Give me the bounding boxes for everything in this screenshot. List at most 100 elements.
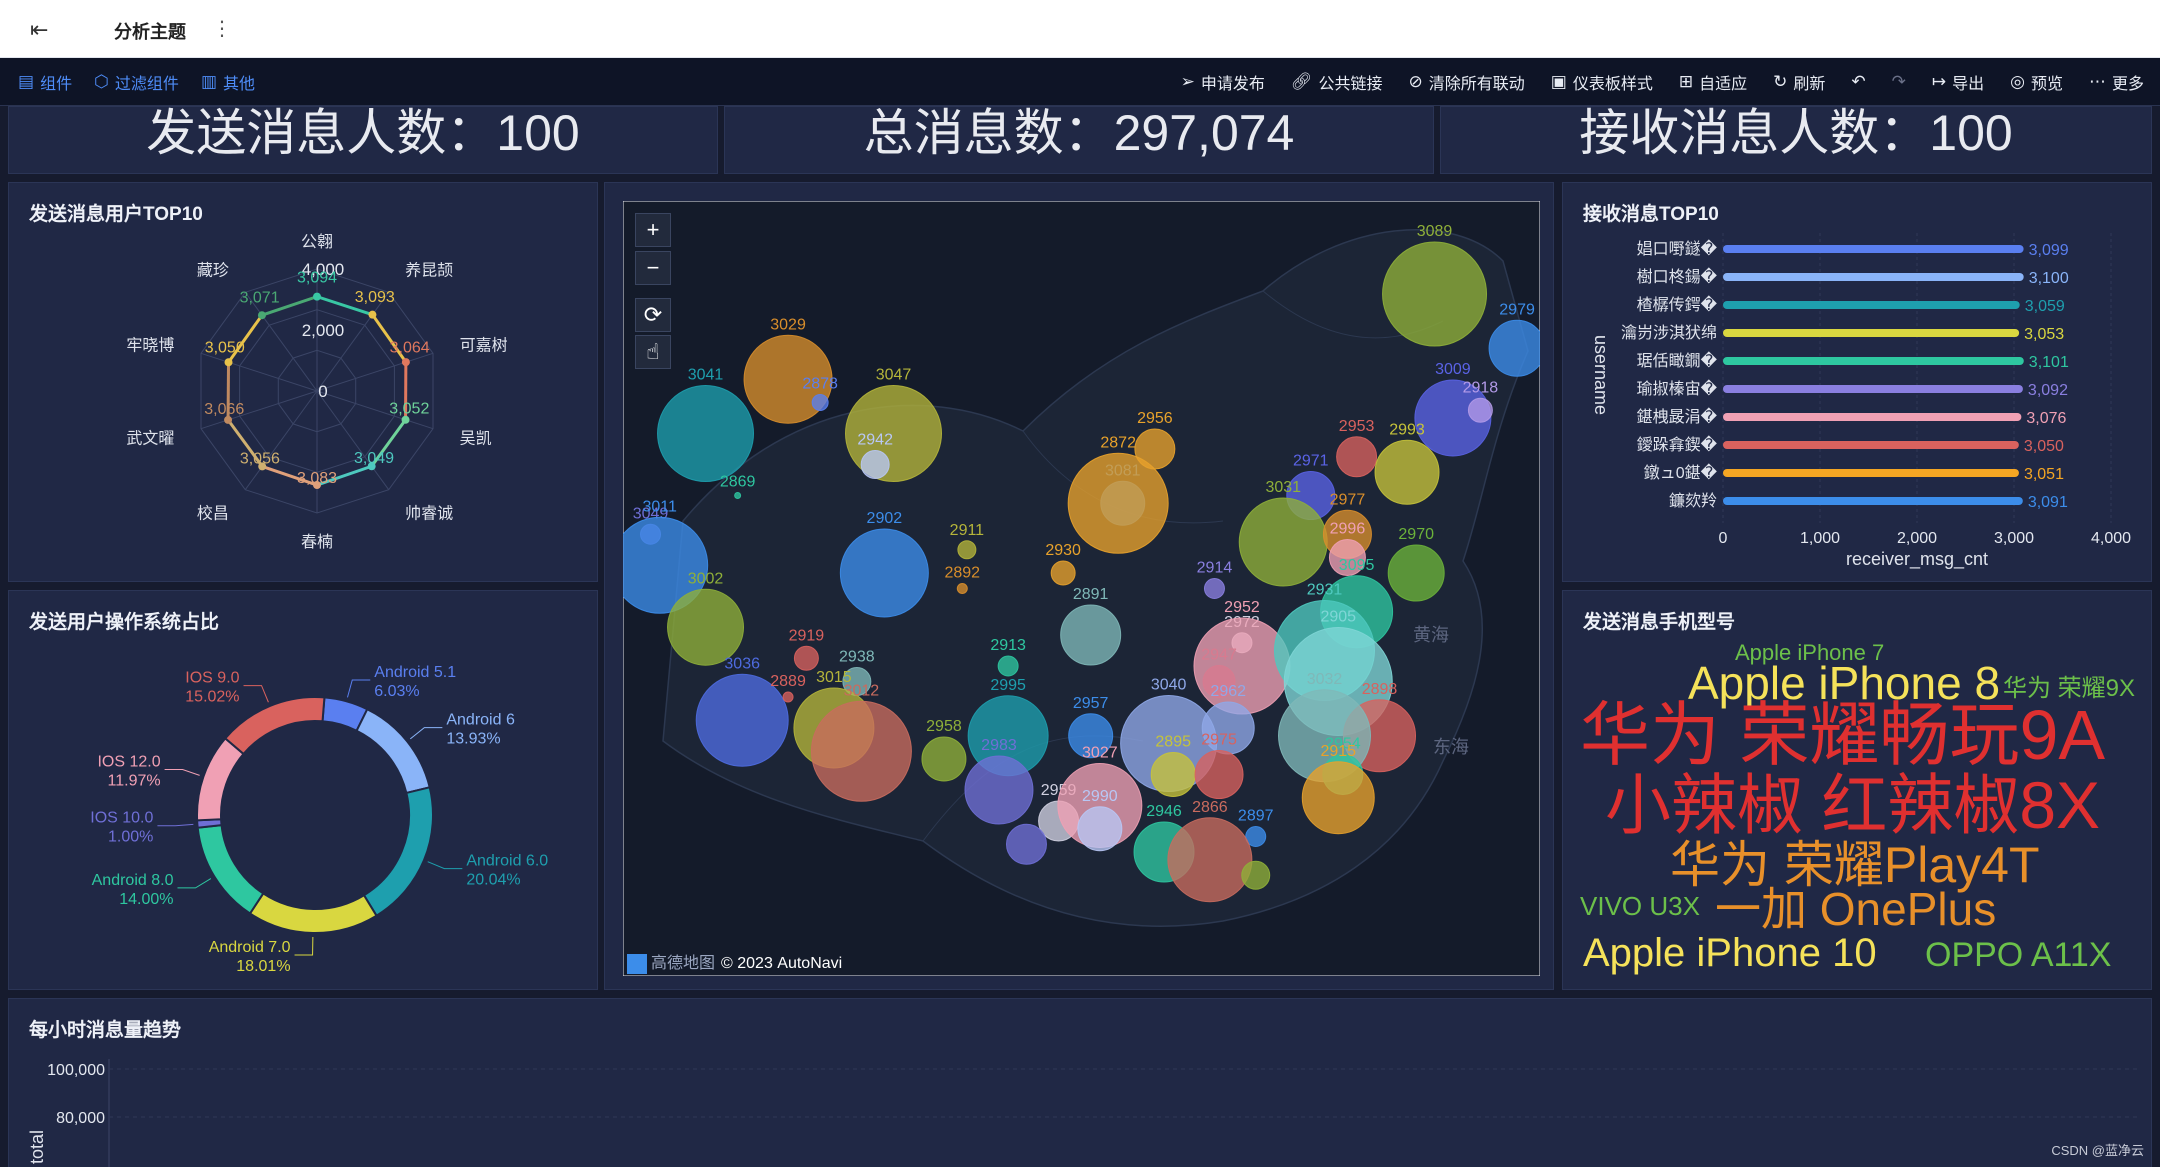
map-bubble-label: 2996 <box>1330 521 1366 538</box>
bar-value-label: 3,099 <box>2029 242 2069 259</box>
undo-button[interactable]: ↶ <box>1851 70 1865 94</box>
zoom-in-button[interactable]: + <box>635 213 671 247</box>
radar-point <box>257 311 266 320</box>
map-bubble-label: 3002 <box>688 570 724 587</box>
map-bubble-label: 2957 <box>1073 695 1109 712</box>
other-button[interactable]: ▥ 其他 <box>201 70 255 94</box>
donut-slice-percent: 6.03% <box>374 683 419 700</box>
donut-slice <box>248 892 378 934</box>
exit-icon[interactable]: ⇤ <box>30 17 48 43</box>
kebab-icon[interactable]: ⋮ <box>212 16 232 41</box>
bar-chart: 0 1,000 2,000 3,000 4,000 娼口嘢鐩� 3,099 樹口柊鍚� 3,10… <box>1591 233 2131 570</box>
radar-indicator-label: 公翱 <box>301 233 333 251</box>
more-button[interactable]: ⋯ 更多 <box>2089 70 2144 94</box>
map-bubble-label: 3009 <box>1435 361 1471 378</box>
map-bubble-label: 2872 <box>1100 434 1136 451</box>
bar <box>1723 329 2020 337</box>
donut-leader-line <box>409 727 443 740</box>
radar-indicator-label: 藏珍 <box>197 262 229 280</box>
line-chart: 100,000 80,000 total <box>27 1059 2139 1167</box>
export-button[interactable]: ↦ 导出 <box>1932 70 1984 94</box>
bar <box>1723 385 2023 393</box>
bar-category-label: 樹口柊鍚� <box>1637 267 1718 286</box>
map-bubble <box>793 645 819 671</box>
line-tick-label: 100,000 <box>47 1062 105 1079</box>
map-bubble-label: 3040 <box>1151 677 1187 694</box>
donut-slice-name: IOS 12.0 <box>97 753 160 770</box>
map-bubble <box>810 700 912 802</box>
bar-category-label: 娼口嘢鐩� <box>1637 239 1718 258</box>
map-bubble-label: 2898 <box>1362 681 1398 698</box>
donut-slice-name: IOS 10.0 <box>90 810 153 827</box>
radar-indicator-label: 春楠 <box>301 533 333 551</box>
map-bubble-label: 2889 <box>770 673 806 690</box>
send-icon: ➢ <box>1180 72 1195 91</box>
refresh-button[interactable]: ↻ 刷新 <box>1773 70 1825 94</box>
map-bubble <box>811 394 829 411</box>
map-bubble-label: 2952 <box>1224 599 1260 616</box>
donut-leader-line <box>294 936 314 956</box>
map-bubble <box>1077 806 1123 852</box>
hand-icon[interactable]: ☝ <box>635 335 671 369</box>
map-bubble-label: 3029 <box>770 316 806 333</box>
redo-button[interactable]: ↷ <box>1892 70 1906 94</box>
bar-tick-label: 1,000 <box>1800 530 1840 547</box>
public-link-button[interactable]: 🔗︎ 公共链接 <box>1291 70 1383 94</box>
map-bubble-label: 2995 <box>990 677 1026 694</box>
zoom-out-button[interactable]: − <box>635 251 671 285</box>
radar-indicator-label: 帅睿诚 <box>405 504 453 522</box>
radar-chart: 02,0004,0003,094公翱3,093养昆颉3,064 可嘉树3,052吴… <box>126 233 507 551</box>
radar-point <box>368 310 377 319</box>
bar <box>1723 273 2024 281</box>
filter-component-button[interactable]: ⬡ 过滤组件 <box>94 70 179 94</box>
bar-value-label: 3,050 <box>2024 438 2064 455</box>
map-bubble-label: 3011 <box>642 498 677 515</box>
map-bubble <box>964 755 1034 825</box>
donut-slice-name: Android 6 <box>446 712 515 729</box>
map-bubble-label: 2931 <box>1307 582 1343 599</box>
word-cloud-word: 小辣椒 红辣椒8X <box>1605 768 2101 842</box>
map-bubble-label: 2953 <box>1339 418 1375 435</box>
donut-slice-percent: 20.04% <box>466 872 520 889</box>
bar-tick-label: 2,000 <box>1897 530 1937 547</box>
map-bubble-label: 2918 <box>1463 379 1499 396</box>
preview-icon: ◎ <box>2010 72 2025 91</box>
toolbar: ▤ 组件 ⬡ 过滤组件 ▥ 其他 ➢ 申请发布 🔗︎ 公共链接 ⊘ 清除所有联动 ▣ 仪表板样… <box>0 58 2160 106</box>
donut-slice <box>355 707 431 795</box>
bar <box>1723 469 2019 477</box>
radar-value-label: 3,052 <box>389 401 429 418</box>
dashboard-style-button[interactable]: ▣ 仪表板样式 <box>1551 70 1653 94</box>
map-bubble-label: 2897 <box>1238 808 1274 825</box>
map-bubble <box>782 691 794 703</box>
word-cloud-word: OPPO A11X <box>1925 936 2112 974</box>
map-bubble <box>860 450 890 479</box>
preview-button[interactable]: ◎ 预览 <box>2010 70 2063 94</box>
donut-slice-percent: 14.00% <box>119 891 173 908</box>
compass-icon[interactable]: ⟳ <box>635 298 671 332</box>
panel-sender-top10: 发送消息用户TOP10 0 2,000 4,000 3,094 公翱 3,093 养昆颉 3,… <box>8 182 598 582</box>
bar-value-label: 3,101 <box>2029 354 2069 371</box>
link-icon: 🔗︎ <box>1290 72 1313 91</box>
publish-request-button[interactable]: ➢ 申请发布 <box>1181 70 1265 94</box>
radar-indicator-label: 牢晓博 <box>126 337 174 355</box>
map-bubble-label: 2892 <box>944 565 980 582</box>
radar-indicator-label: 养昆颉 <box>405 262 453 280</box>
map-bubble-label: 2869 <box>720 474 756 491</box>
map-bubble-label: 2905 <box>1320 609 1356 626</box>
map-bubble-label: 2958 <box>926 718 962 735</box>
radar-value-label: 3,056 <box>240 450 280 467</box>
donut-slice-name: Android 7.0 <box>209 939 291 956</box>
clear-linkage-button[interactable]: ⊘ 清除所有联动 <box>1408 70 1524 94</box>
more-icon: ⋯ <box>2088 72 2106 91</box>
component-icon: ▤ <box>18 72 35 91</box>
map-bubble-label: 2971 <box>1293 453 1329 470</box>
donut-leader-line <box>243 685 269 703</box>
map-bubble-label: 2946 <box>1146 803 1182 820</box>
map-bubble <box>921 736 967 782</box>
sea-label-yellow: 黄海 <box>1413 625 1449 645</box>
donut-leader-line <box>427 861 463 870</box>
map-bubble-label: 3089 <box>1417 223 1453 240</box>
map-attribution: 高德地图 © 2023 AutoNavi <box>627 949 842 974</box>
component-button[interactable]: ▤ 组件 <box>18 70 72 94</box>
adaptive-button[interactable]: ⊞ 自适应 <box>1679 70 1747 94</box>
